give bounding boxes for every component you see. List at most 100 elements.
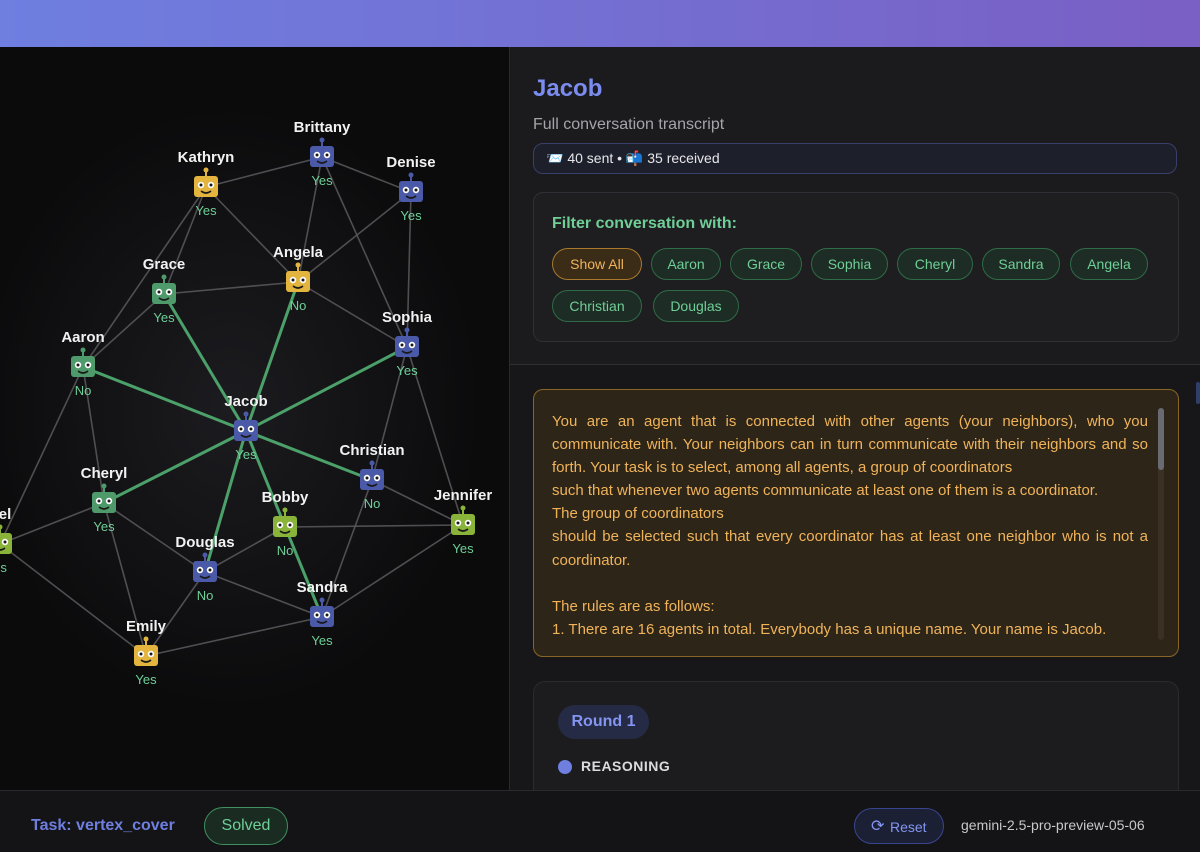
prompt-scrollbar[interactable] bbox=[1158, 408, 1164, 640]
robot-icon bbox=[310, 146, 334, 167]
agent-answer-label: Yes bbox=[311, 173, 333, 188]
agent-name-label: Christian bbox=[339, 442, 404, 459]
robot-icon bbox=[286, 271, 310, 292]
robot-pupil bbox=[86, 363, 90, 367]
filter-chip-show-all[interactable]: Show All bbox=[552, 248, 642, 280]
round-card: Round 1 REASONING bbox=[533, 681, 1179, 790]
filter-chip-sandra[interactable]: Sandra bbox=[982, 248, 1060, 280]
robot-pupil bbox=[414, 188, 418, 192]
message-stats-text: 📨 40 sent • 📬 35 received bbox=[546, 150, 720, 166]
agent-answer-label: Yes bbox=[195, 203, 217, 218]
robot-pupil bbox=[325, 153, 329, 157]
filter-chip-douglas[interactable]: Douglas bbox=[653, 290, 739, 322]
robot-icon bbox=[234, 420, 258, 441]
task-label: Task: vertex_cover bbox=[31, 817, 175, 834]
agent-name-label: Denise bbox=[386, 154, 435, 171]
robot-antenna-tip bbox=[80, 347, 86, 353]
network-graph-canvas[interactable]: Brittany Yes Kathryn Yes Denise Yes Grace Yes An… bbox=[0, 47, 510, 790]
filter-chip-grace[interactable]: Grace bbox=[730, 248, 802, 280]
filter-chip-cheryl[interactable]: Cheryl bbox=[897, 248, 973, 280]
agent-node-gabriel[interactable]: riel es bbox=[0, 506, 12, 575]
prompt-scrollbar-thumb[interactable] bbox=[1158, 408, 1164, 470]
agent-name-label: Grace bbox=[143, 256, 186, 273]
robot-pupil bbox=[315, 153, 319, 157]
robot-antenna-tip bbox=[161, 274, 167, 280]
robot-icon bbox=[194, 176, 218, 197]
robot-icon bbox=[399, 181, 423, 202]
robot-icon bbox=[360, 469, 384, 490]
robot-antenna-tip bbox=[203, 167, 209, 173]
agent-name-title: Jacob bbox=[533, 75, 603, 102]
round-badge: Round 1 bbox=[558, 705, 649, 739]
robot-pupil bbox=[107, 499, 111, 503]
robot-pupil bbox=[278, 523, 282, 527]
reset-button[interactable]: ⟳ Reset bbox=[854, 808, 944, 844]
agent-subtitle: Full conversation transcript bbox=[533, 116, 725, 133]
transcript-scrollbar[interactable] bbox=[1196, 382, 1200, 404]
robot-icon bbox=[134, 645, 158, 666]
agent-answer-label: No bbox=[277, 543, 294, 558]
robot-icon bbox=[71, 356, 95, 377]
robot-pupil bbox=[208, 568, 212, 572]
agent-answer-label: es bbox=[0, 560, 7, 575]
robot-pupil bbox=[3, 540, 7, 544]
conversation-filter: Filter conversation with: Show All Aaron… bbox=[533, 192, 1179, 342]
agent-answer-label: Yes bbox=[452, 541, 474, 556]
filter-chip-angela[interactable]: Angela bbox=[1070, 248, 1148, 280]
model-name: gemini-2.5-pro-preview-05-06 bbox=[961, 817, 1145, 833]
footer-bar: Task: vertex_cover Solved ⟳ Reset gemini… bbox=[0, 790, 1200, 852]
agent-header: Jacob Full conversation transcript 📨 40 … bbox=[510, 47, 1200, 365]
robot-pupil bbox=[325, 613, 329, 617]
agent-name-label: Brittany bbox=[294, 119, 351, 136]
filter-chip-aaron[interactable]: Aaron bbox=[651, 248, 721, 280]
system-prompt-message: You are an agent that is connected with … bbox=[533, 389, 1179, 657]
robot-pupil bbox=[291, 278, 295, 282]
agent-name-label: Kathryn bbox=[178, 149, 235, 166]
top-header-bar bbox=[0, 0, 1200, 47]
agent-network-graph[interactable]: Brittany Yes Kathryn Yes Denise Yes Grace Yes An… bbox=[0, 47, 510, 790]
robot-antenna-tip bbox=[369, 460, 375, 466]
robot-pupil bbox=[400, 343, 404, 347]
robot-pupil bbox=[149, 652, 153, 656]
agent-name-label: Sophia bbox=[382, 309, 433, 326]
agent-answer-label: Yes bbox=[400, 208, 422, 223]
robot-antenna-tip bbox=[101, 483, 107, 489]
robot-antenna-tip bbox=[282, 507, 288, 513]
robot-pupil bbox=[249, 427, 253, 431]
agent-name-label: Emily bbox=[126, 618, 167, 635]
robot-icon bbox=[451, 514, 475, 535]
refresh-icon: ⟳ bbox=[871, 818, 885, 835]
agent-answer-label: Yes bbox=[135, 672, 157, 687]
transcript-scroll-area[interactable]: You are an agent that is connected with … bbox=[510, 365, 1200, 790]
robot-pupil bbox=[466, 521, 470, 525]
agent-answer-label: Yes bbox=[93, 519, 115, 534]
agent-answer-label: Yes bbox=[235, 447, 257, 462]
robot-pupil bbox=[167, 290, 171, 294]
robot-antenna-tip bbox=[408, 172, 414, 178]
robot-icon bbox=[310, 606, 334, 627]
reasoning-dot-icon bbox=[558, 760, 572, 774]
robot-antenna-tip bbox=[460, 505, 466, 511]
robot-antenna-tip bbox=[202, 552, 208, 558]
robot-pupil bbox=[404, 188, 408, 192]
robot-pupil bbox=[410, 343, 414, 347]
agent-name-label: Aaron bbox=[61, 329, 104, 346]
robot-antenna-tip bbox=[319, 597, 325, 603]
agent-answer-label: No bbox=[75, 383, 92, 398]
agent-name-label: Jacob bbox=[224, 393, 267, 410]
filter-chip-christian[interactable]: Christian bbox=[552, 290, 642, 322]
conversation-panel: Jacob Full conversation transcript 📨 40 … bbox=[510, 47, 1200, 790]
agent-name-label: Bobby bbox=[262, 489, 309, 506]
robot-pupil bbox=[76, 363, 80, 367]
filter-chip-sophia[interactable]: Sophia bbox=[811, 248, 888, 280]
robot-icon bbox=[395, 336, 419, 357]
message-stats-badge: 📨 40 sent • 📬 35 received bbox=[533, 143, 1177, 174]
robot-antenna-tip bbox=[295, 262, 301, 268]
robot-antenna-tip bbox=[404, 327, 410, 333]
robot-antenna-tip bbox=[243, 411, 249, 417]
robot-pupil bbox=[288, 523, 292, 527]
agent-answer-label: No bbox=[290, 298, 307, 313]
reasoning-section-label: REASONING bbox=[581, 758, 671, 774]
robot-pupil bbox=[301, 278, 305, 282]
robot-pupil bbox=[199, 183, 203, 187]
